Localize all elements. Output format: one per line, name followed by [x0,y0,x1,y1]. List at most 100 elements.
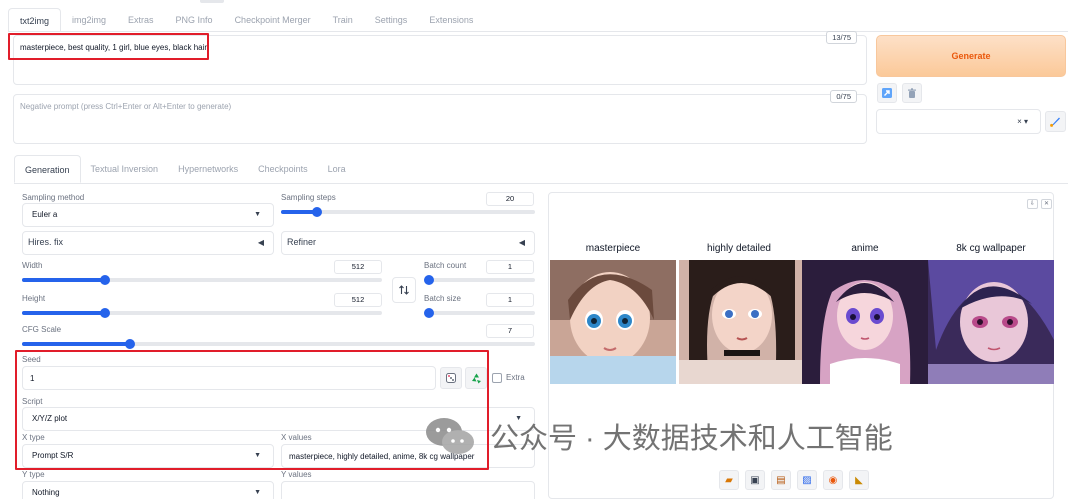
sampling-method-value: Euler a [32,210,58,219]
generated-image-masterpiece[interactable] [550,260,676,384]
zip-button[interactable]: ▤ [771,470,791,490]
extra-checkbox[interactable] [492,373,502,383]
triangle-ruler-icon: ◣ [855,474,863,486]
positive-token-counter: 13/75 [826,31,857,44]
generation-tabs: Generation Textual Inversion Hypernetwor… [14,155,356,183]
sampling-steps-input[interactable]: 20 [486,192,534,206]
height-input[interactable]: 512 [334,293,382,307]
styles-dropdown-controls[interactable]: × ▾ [1017,117,1028,126]
chevron-down-icon: ▼ [254,211,261,218]
batch-size-slider[interactable] [424,308,535,318]
grid-column-header: anime [851,243,879,254]
swap-icon [399,285,409,295]
open-folder-button[interactable]: ▰ [719,470,739,490]
refiner-label: Refiner [287,237,317,247]
y-type-dropdown[interactable]: Nothing ▼ [22,481,274,499]
width-input[interactable]: 512 [334,260,382,274]
arrow-icon [882,88,892,98]
gen-tab-divider [14,183,1068,184]
grid-column-header: 8k cg wallpaper [956,243,1026,254]
download-icon[interactable]: ⇩ [1027,199,1038,209]
watermark: 公众号 · 大数据技术和人工智能 [424,415,893,457]
swap-dimensions-button[interactable] [392,277,416,303]
tab-lora[interactable]: Lora [318,155,356,183]
slider-thumb[interactable] [124,339,135,349]
main-tabs: txt2img img2img Extras PNG Info Checkpoi… [8,8,484,32]
floppy-disk-icon: ▣ [750,474,760,486]
archive-icon: ▤ [776,474,786,486]
tab-png-info[interactable]: PNG Info [165,8,224,32]
negative-token-counter: 0/75 [830,90,857,103]
negative-prompt-placeholder: Negative prompt (press Ctrl+Enter or Alt… [20,102,232,111]
cfg-scale-input[interactable]: 7 [486,324,534,338]
expand-arrow-icon: ◀ [518,238,525,247]
y-type-label: Y type [22,470,45,479]
paintbrush-icon [1050,117,1060,127]
width-label: Width [22,261,43,270]
batch-count-input[interactable]: 1 [486,260,534,274]
sampling-method-label: Sampling method [22,193,85,202]
trash-icon [908,88,916,98]
refiner-accordion[interactable]: Refiner ◀ [281,231,535,255]
height-label: Height [22,294,46,303]
folder-icon: ▰ [725,474,733,486]
sampling-steps-slider[interactable] [281,207,535,217]
expand-arrow-icon: ◀ [257,238,264,247]
y-type-value: Nothing [32,488,60,497]
tab-extensions[interactable]: Extensions [418,8,484,32]
tab-checkpoint-merger[interactable]: Checkpoint Merger [224,8,322,32]
wechat-logo-icon [426,418,474,454]
send-to-inpaint-button[interactable]: ◉ [823,470,843,490]
annotation-highlight-script [15,350,489,470]
tab-checkpoints[interactable]: Checkpoints [248,155,318,183]
palette-icon: ◉ [828,474,838,486]
slider-thumb[interactable] [311,207,322,217]
tab-train[interactable]: Train [322,8,364,32]
hires-fix-accordion[interactable]: Hires. fix ◀ [22,231,274,255]
tab-settings[interactable]: Settings [364,8,419,32]
send-to-img2img-button[interactable]: ▨ [797,470,817,490]
paste-params-button[interactable] [877,83,897,103]
watermark-text: 公众号 · 大数据技术和人工智能 [490,423,893,455]
tab-fragment [200,0,224,3]
batch-size-label: Batch size [424,294,461,303]
slider-thumb[interactable] [99,308,110,318]
save-button[interactable]: ▣ [745,470,765,490]
tab-extras[interactable]: Extras [117,8,165,32]
chevron-down-icon: ▼ [254,489,261,496]
generated-image-anime[interactable] [802,260,928,384]
grid-column-header: masterpiece [585,243,641,254]
tab-hypernetworks[interactable]: Hypernetworks [168,155,248,183]
send-to-extras-button[interactable]: ◣ [849,470,869,490]
generated-image-8k-cg-wallpaper[interactable] [928,260,1054,384]
extra-label: Extra [506,373,525,382]
generate-button[interactable]: Generate [876,35,1066,77]
generated-image-highly-detailed[interactable] [679,260,805,384]
height-slider[interactable] [22,308,382,318]
negative-prompt-input[interactable]: Negative prompt (press Ctrl+Enter or Alt… [13,90,867,144]
tab-divider [8,31,1068,32]
close-icon[interactable]: ✕ [1041,199,1052,209]
tab-txt2img[interactable]: txt2img [8,8,62,32]
slider-thumb[interactable] [424,308,434,318]
cfg-scale-slider[interactable] [22,339,535,349]
picture-icon: ▨ [802,474,812,486]
tab-img2img[interactable]: img2img [61,8,117,32]
sampling-method-dropdown[interactable]: Euler a ▼ [22,203,274,227]
tab-textual-inversion[interactable]: Textual Inversion [81,155,169,183]
slider-thumb[interactable] [99,275,110,285]
batch-size-input[interactable]: 1 [486,293,534,307]
width-slider[interactable] [22,275,382,285]
cfg-scale-label: CFG Scale [22,325,62,334]
slider-thumb[interactable] [424,275,434,285]
sampling-steps-label: Sampling steps [281,193,336,202]
edit-styles-button[interactable] [1045,111,1066,132]
tab-generation[interactable]: Generation [14,155,81,183]
batch-count-label: Batch count [424,261,467,270]
styles-dropdown[interactable]: × ▾ [876,109,1041,134]
gallery-actions: ▰ ▣ ▤ ▨ ◉ ◣ [719,470,869,490]
clear-prompt-button[interactable] [902,83,922,103]
hires-fix-label: Hires. fix [28,237,64,247]
y-values-input[interactable] [281,481,535,499]
batch-count-slider[interactable] [424,275,535,285]
